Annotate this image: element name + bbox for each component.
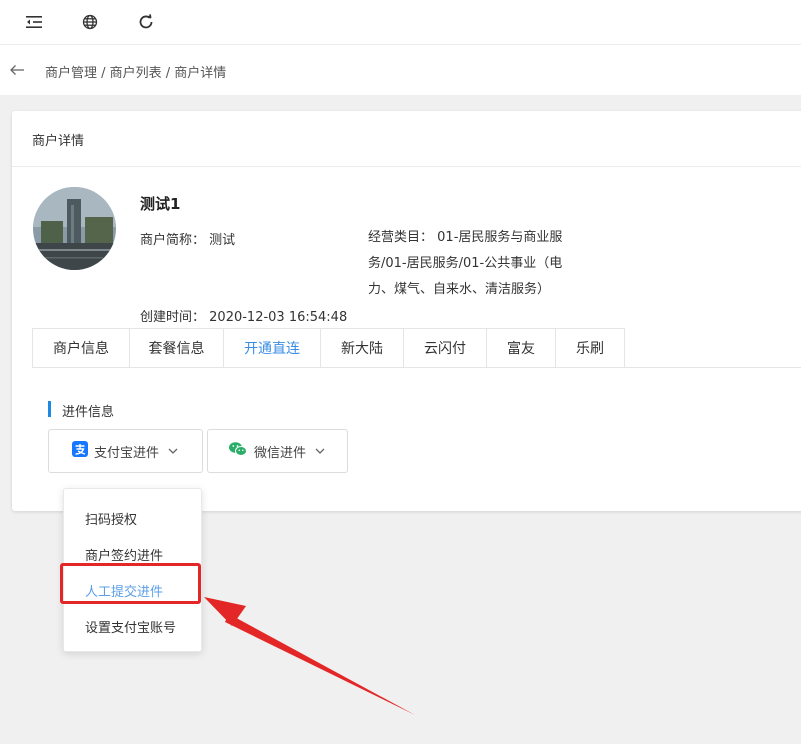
section-marker: [48, 401, 51, 417]
short-name-value: 测试: [209, 233, 236, 248]
tab-direct-connect[interactable]: 开通直连: [224, 328, 321, 368]
menu-item-set-alipay-account[interactable]: 设置支付宝账号: [85, 617, 176, 636]
alipay-button-label: 支付宝进件: [94, 445, 160, 461]
tab-leshua[interactable]: 乐刷: [556, 328, 625, 368]
menu-fold-icon[interactable]: [24, 12, 44, 32]
merchant-category: 经营类目： 01-居民服务与商业服务/01-居民服务/01-公共事业（电力、煤气…: [368, 225, 580, 303]
alipay-icon: [72, 441, 88, 461]
chevron-down-icon: [167, 445, 179, 457]
merchant-detail-card: 商户详情 测试1 商户简称： 测试 经营类目： 01-居民服务与商业服务/01-…: [12, 111, 801, 511]
tabs-divider: [32, 367, 801, 368]
avatar: [33, 187, 116, 270]
highlight-box: [60, 563, 201, 604]
wechat-onboarding-button[interactable]: 微信进件: [207, 429, 348, 473]
alipay-onboarding-button[interactable]: 支付宝进件: [48, 429, 203, 473]
merchant-name: 测试1: [140, 195, 181, 213]
tab-fuyou[interactable]: 富友: [487, 328, 556, 368]
tab-package-info[interactable]: 套餐信息: [130, 328, 224, 368]
merchant-short-name: 商户简称： 测试: [140, 229, 235, 248]
refresh-icon[interactable]: [136, 12, 156, 32]
card-header: 商户详情: [12, 111, 801, 167]
breadcrumb-bar: 商户管理 / 商户列表 / 商户详情: [0, 45, 801, 95]
merchant-created-time: 创建时间： 2020-12-03 16:54:48: [140, 306, 347, 325]
wechat-button-label: 微信进件: [254, 445, 307, 461]
short-name-label: 商户简称：: [140, 233, 206, 248]
menu-item-merchant-sign[interactable]: 商户签约进件: [85, 545, 163, 564]
card-title: 商户详情: [32, 134, 85, 149]
category-label: 经营类目：: [368, 230, 434, 245]
tab-newland[interactable]: 新大陆: [321, 328, 404, 368]
tab-bar: 商户信息 套餐信息 开通直连 新大陆 云闪付 富友 乐刷: [32, 328, 625, 368]
breadcrumb[interactable]: 商户管理 / 商户列表 / 商户详情: [45, 62, 226, 81]
chevron-down-icon: [314, 445, 326, 457]
wechat-icon: [228, 441, 248, 461]
globe-icon[interactable]: [80, 12, 100, 32]
arrow-left-icon[interactable]: [9, 62, 25, 78]
created-label: 创建时间：: [140, 310, 206, 325]
tab-unionpay[interactable]: 云闪付: [404, 328, 487, 368]
tab-merchant-info[interactable]: 商户信息: [32, 328, 130, 368]
created-value: 2020-12-03 16:54:48: [209, 310, 348, 325]
top-bar: [0, 0, 801, 45]
menu-item-scan-auth[interactable]: 扫码授权: [85, 509, 137, 528]
section-title: 进件信息: [62, 405, 115, 420]
